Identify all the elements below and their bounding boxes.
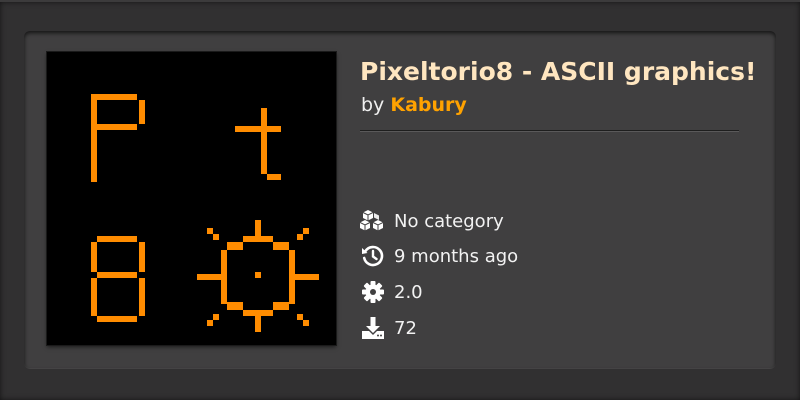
meta-version: 2.0 bbox=[360, 277, 660, 307]
author-link[interactable]: Kabury bbox=[390, 94, 466, 116]
history-icon bbox=[360, 243, 386, 269]
meta-updated: 9 months ago bbox=[360, 241, 660, 271]
author-line: by Kabury bbox=[361, 90, 467, 120]
downloads-text: 72 bbox=[394, 317, 417, 339]
download-icon bbox=[360, 315, 386, 341]
updated-text: 9 months ago bbox=[394, 245, 519, 267]
category-cubes-icon bbox=[360, 208, 386, 234]
thumbnail-art bbox=[91, 94, 319, 332]
divider bbox=[360, 130, 739, 132]
version-text: 2.0 bbox=[394, 281, 423, 303]
meta-downloads: 72 bbox=[360, 313, 660, 343]
category-text: No category bbox=[394, 210, 504, 232]
meta-category: No category bbox=[360, 206, 660, 236]
mod-title[interactable]: Pixeltorio8 - ASCII graphics! bbox=[360, 52, 780, 92]
mod-thumbnail[interactable] bbox=[47, 52, 336, 345]
gear-icon bbox=[360, 279, 386, 305]
by-label: by bbox=[361, 94, 385, 116]
